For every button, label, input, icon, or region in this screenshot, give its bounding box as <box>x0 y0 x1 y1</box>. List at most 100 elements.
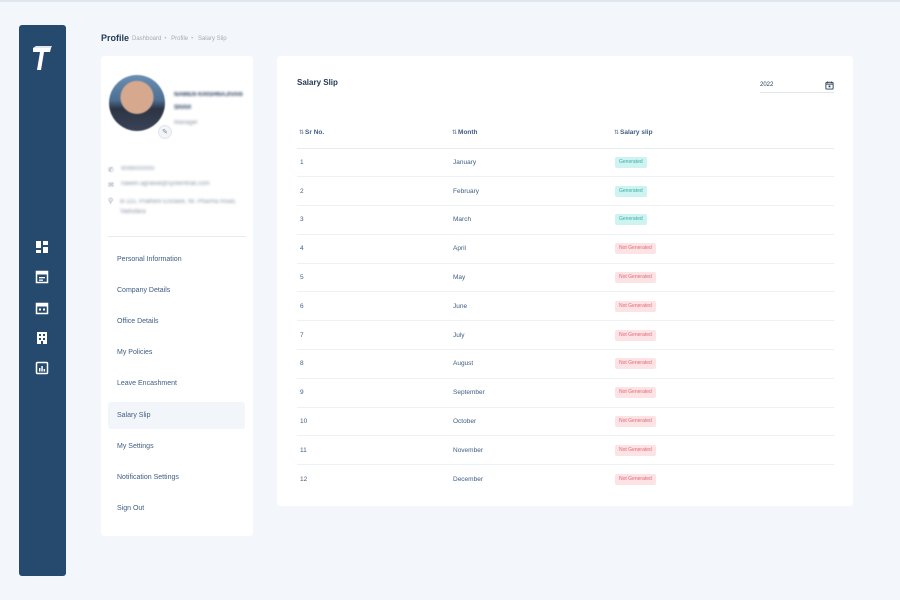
salary-slip-card: Salary Slip 2022 ⇅Sr No. ⇅Month ⇅Salary … <box>277 56 853 506</box>
row-sr-no: 7 <box>297 320 450 351</box>
row-sr-no: 9 <box>297 378 450 408</box>
table-row: 7 July Not Generated <box>297 320 834 351</box>
menu-item-company-details[interactable]: Company Details <box>108 277 245 304</box>
row-sr-no: 12 <box>300 475 308 483</box>
phone-icon: ✆ <box>108 167 114 174</box>
row-month: August <box>450 349 612 379</box>
row-month: February <box>450 176 612 207</box>
chart-icon[interactable] <box>35 361 49 375</box>
column-header-month[interactable]: ⇅Month <box>450 118 612 149</box>
phone-text: 9099000000 <box>121 166 155 172</box>
row-status-cell: Not Generated <box>612 378 834 408</box>
table-row: 6 June Not Generated <box>297 291 834 322</box>
status-badge: Not Generated <box>615 243 656 255</box>
user-role: Manager <box>174 120 198 126</box>
row-status-cell: Not Generated <box>612 234 834 264</box>
email-icon: ✉ <box>108 182 114 189</box>
row-month: May <box>450 263 612 293</box>
breadcrumb-profile[interactable]: Profile <box>171 36 188 42</box>
status-badge[interactable]: Generated <box>615 214 647 226</box>
column-header-salary-slip[interactable]: ⇅Salary slip <box>612 118 834 149</box>
logo-t-icon[interactable] <box>31 45 53 73</box>
menu-item-sign-out[interactable]: Sign Out <box>108 495 245 522</box>
row-month: November <box>450 435 612 466</box>
breadcrumb-separator: • <box>191 36 194 42</box>
building-icon[interactable] <box>35 331 49 345</box>
row-month: October <box>450 407 612 437</box>
row-status-cell: Not Generated <box>612 435 834 466</box>
status-badge[interactable]: Generated <box>615 185 647 197</box>
year-value: 2022 <box>760 82 774 88</box>
column-header-label: Sr No. <box>305 129 325 137</box>
row-sr-no: 6 <box>297 291 450 322</box>
table-row: 9 September Not Generated <box>297 378 834 408</box>
email-text: nawen.agrawal@systemtrak.com <box>121 181 210 187</box>
divider <box>108 236 246 237</box>
salary-slip-table: ⇅Sr No. ⇅Month ⇅Salary slip 1 January Gene… <box>297 118 834 494</box>
row-sr-no: 5 <box>297 263 450 293</box>
avatar <box>109 75 165 131</box>
status-badge: Not Generated <box>615 358 656 370</box>
row-month: December <box>453 475 483 483</box>
breadcrumb-salary-slip: Salary Slip <box>197 36 227 42</box>
row-month: September <box>450 378 612 408</box>
row-status-cell: Not Generated <box>612 407 834 437</box>
table-row: 2 February Generated <box>297 176 834 207</box>
table-row: 12 December Not Generated <box>297 465 834 494</box>
sort-icon[interactable]: ⇅ <box>452 130 457 136</box>
dashboard-icon[interactable] <box>35 240 49 254</box>
row-status-cell: Generated <box>612 205 834 235</box>
contact-email: ✉ nawen.agrawal@systemtrak.com <box>108 181 209 189</box>
table-row: 8 August Not Generated <box>297 349 834 379</box>
sort-icon[interactable]: ⇅ <box>299 130 304 136</box>
row-month: January <box>450 148 612 178</box>
menu-item-notification-settings[interactable]: Notification Settings <box>108 464 245 491</box>
row-sr-no: 10 <box>297 407 450 437</box>
page-title: Profile <box>101 33 130 43</box>
column-header-label: Month <box>458 129 478 137</box>
menu-item-my-policies[interactable]: My Policies <box>108 339 245 366</box>
breadcrumb-separator: • <box>164 36 167 42</box>
row-status-cell: Generated <box>612 176 834 207</box>
menu-item-leave-encashment[interactable]: Leave Encashment <box>108 370 245 397</box>
row-status-cell: Not Generated <box>612 263 834 293</box>
status-badge: Not Generated <box>615 387 656 399</box>
document-icon[interactable] <box>35 270 49 284</box>
status-badge[interactable]: Generated <box>615 156 647 168</box>
status-badge: Not Generated <box>615 272 656 284</box>
breadcrumb: Dashboard • Profile • Salary Slip <box>132 36 230 42</box>
table-header-row: ⇅Sr No. ⇅Month ⇅Salary slip <box>297 118 834 149</box>
sidebar-rail <box>19 25 66 576</box>
menu-item-my-settings[interactable]: My Settings <box>108 433 245 460</box>
menu-item-personal-information[interactable]: Personal Information <box>108 246 245 273</box>
breadcrumb-dashboard[interactable]: Dashboard <box>132 36 161 42</box>
row-month: July <box>450 320 612 351</box>
calendar-icon[interactable] <box>35 301 49 315</box>
table-row: 11 November Not Generated <box>297 435 834 466</box>
menu-item-salary-slip[interactable]: Salary Slip <box>108 402 245 429</box>
row-status-cell: Not Generated <box>612 465 834 494</box>
address-text: B-115, Prathem Enclave, Nr. Pharma Road,… <box>120 199 237 215</box>
row-month: March <box>450 205 612 235</box>
status-badge: Not Generated <box>615 416 656 428</box>
year-picker[interactable]: 2022 <box>760 78 834 93</box>
row-status-cell: Generated <box>612 148 834 178</box>
table-row: 10 October Not Generated <box>297 407 834 437</box>
contact-phone: ✆ 9099000000 <box>108 166 154 174</box>
location-pin-icon: ⚲ <box>108 198 114 205</box>
menu-item-office-details[interactable]: Office Details <box>108 308 245 335</box>
row-sr-no: 3 <box>297 205 450 235</box>
status-badge: Not Generated <box>615 473 656 485</box>
row-status-cell: Not Generated <box>612 291 834 322</box>
edit-avatar-icon[interactable]: ✎ <box>158 125 172 139</box>
row-sr-no: 8 <box>297 349 450 379</box>
table-row: 5 May Not Generated <box>297 263 834 293</box>
column-header-label: Salary slip <box>620 129 653 137</box>
status-badge: Not Generated <box>615 300 656 312</box>
table-row: 1 January Generated <box>297 148 834 178</box>
column-header-sr-no[interactable]: ⇅Sr No. <box>297 118 450 149</box>
sort-icon[interactable]: ⇅ <box>614 130 619 136</box>
status-badge: Not Generated <box>615 444 656 456</box>
calendar-icon[interactable] <box>825 80 834 90</box>
row-month: April <box>450 234 612 264</box>
